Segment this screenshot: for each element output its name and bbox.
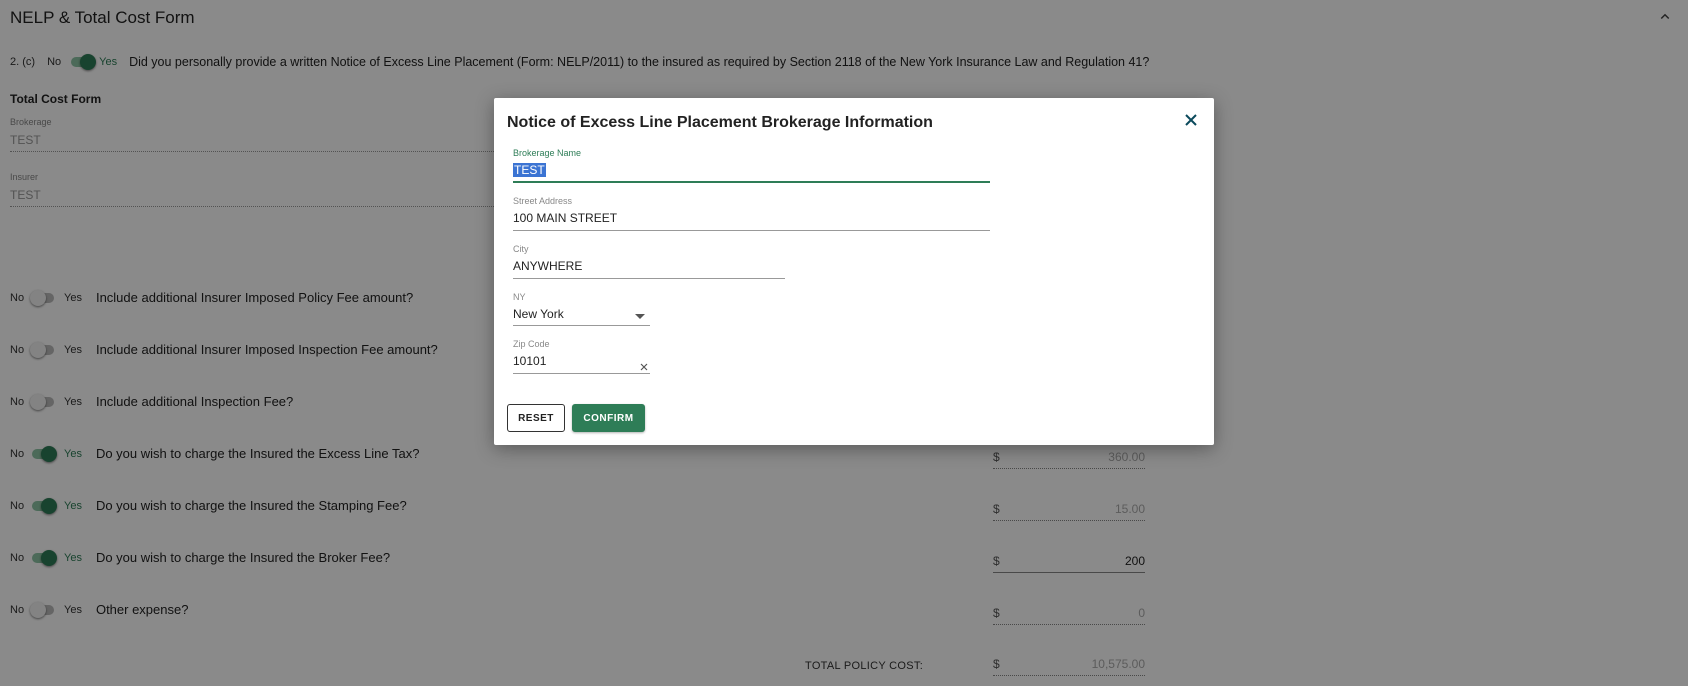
city-input[interactable]: ANYWHERE [513, 259, 785, 273]
confirm-button[interactable]: CONFIRM [572, 404, 645, 432]
street-address-underline [513, 230, 990, 231]
state-underline [513, 325, 650, 326]
street-address-input[interactable]: 100 MAIN STREET [513, 211, 990, 225]
brokerage-info-dialog: Notice of Excess Line Placement Brokerag… [494, 98, 1214, 445]
close-icon[interactable] [1183, 112, 1199, 128]
brokerage-name-value: TEST [513, 163, 546, 177]
city-underline [513, 278, 785, 279]
zip-code-label: Zip Code [513, 339, 550, 349]
state-label: NY [513, 292, 526, 302]
brokerage-name-underline [513, 181, 990, 183]
state-select[interactable]: New York [513, 307, 650, 321]
clear-icon[interactable] [639, 359, 649, 371]
dialog-title: Notice of Excess Line Placement Brokerag… [507, 114, 933, 131]
brokerage-name-label: Brokerage Name [513, 148, 582, 158]
street-address-label: Street Address [513, 196, 573, 206]
dropdown-arrow-icon[interactable] [635, 314, 645, 319]
city-label: City [513, 244, 529, 254]
brokerage-name-input[interactable]: TEST [513, 163, 546, 177]
zip-code-underline [513, 373, 650, 374]
zip-code-input[interactable]: 10101 [513, 354, 633, 368]
reset-button[interactable]: RESET [507, 404, 565, 432]
